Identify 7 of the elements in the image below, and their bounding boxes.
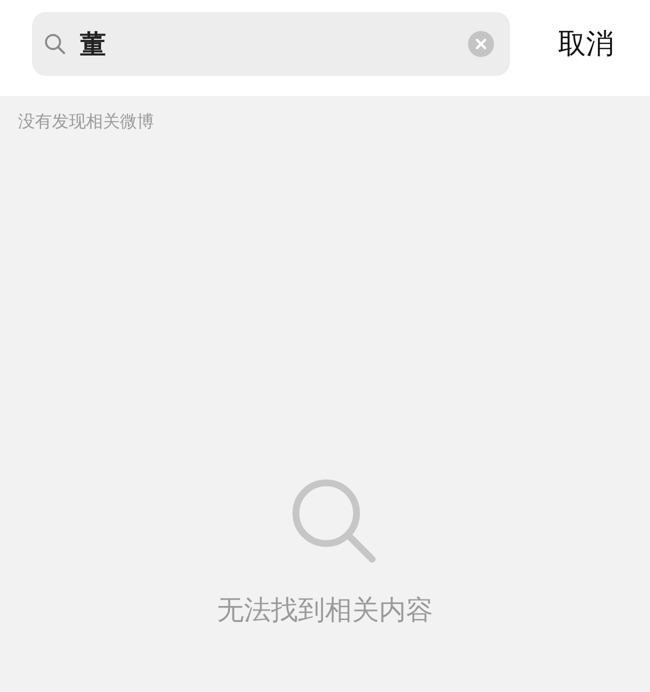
clear-icon[interactable] — [468, 31, 494, 57]
cancel-button[interactable]: 取消 — [558, 25, 614, 63]
search-icon — [44, 33, 66, 55]
empty-message: 无法找到相关内容 — [217, 594, 433, 628]
search-input[interactable]: 董 — [80, 29, 468, 59]
search-field[interactable]: 董 — [32, 12, 510, 76]
hint-text: 没有发现相关微博 — [17, 111, 154, 133]
